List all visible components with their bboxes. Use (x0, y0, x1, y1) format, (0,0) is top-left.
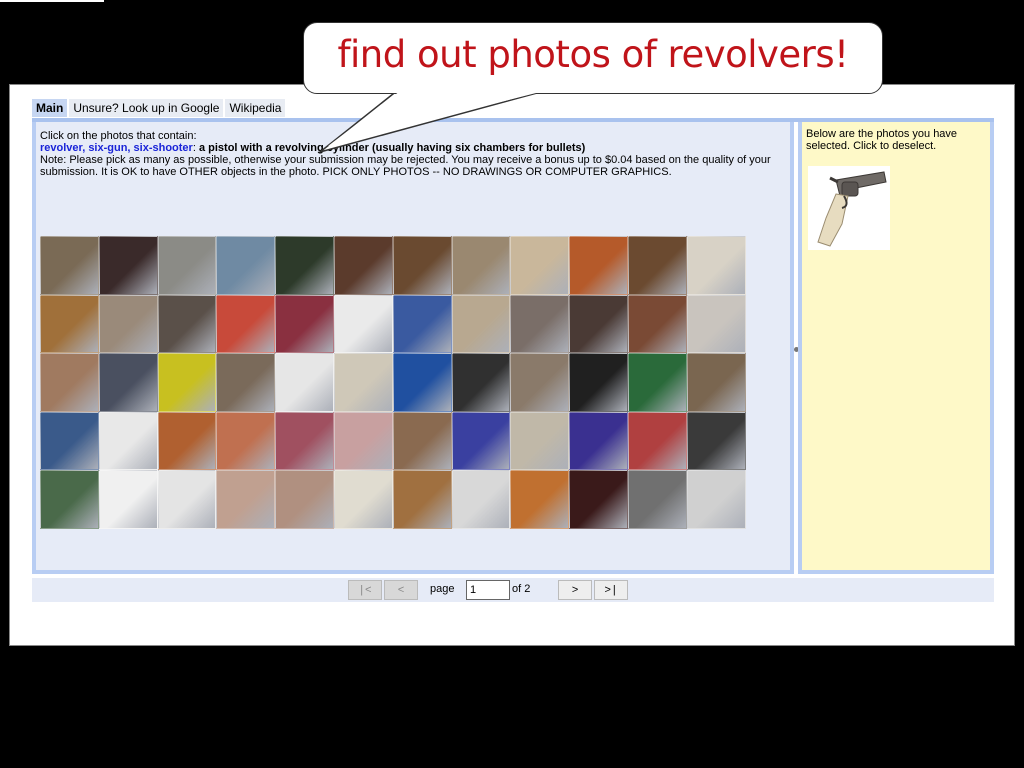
photo-thumbnail-r1-c2[interactable] (98, 236, 158, 295)
photo-thumbnail-r3-c2[interactable] (98, 353, 158, 412)
photo-thumbnail-r4-c7[interactable] (392, 411, 452, 471)
photo-thumbnail-r4-c5[interactable] (275, 411, 334, 471)
photo-thumbnail-r5-c11[interactable] (627, 470, 687, 529)
page-number-input[interactable] (466, 580, 510, 600)
photo-thumbnail-r4-c3[interactable] (157, 411, 217, 471)
photo-thumbnail-r3-c6[interactable] (333, 353, 393, 412)
photo-thumbnail-r1-c9[interactable] (510, 236, 570, 295)
photo-thumbnail-r2-c12[interactable] (686, 294, 746, 354)
photo-thumbnail-r5-c6[interactable] (333, 470, 393, 529)
photo-thumbnail-r3-c10[interactable] (569, 353, 628, 412)
photo-thumbnail-r3-c8[interactable] (451, 353, 511, 412)
photo-thumbnail-r2-c3[interactable] (157, 294, 217, 354)
photo-thumbnail-r3-c9[interactable] (510, 353, 570, 412)
last-page-button[interactable]: >| (594, 580, 628, 600)
photo-thumbnail-r2-c8[interactable] (451, 294, 511, 354)
photo-thumbnail-r2-c2[interactable] (98, 294, 158, 354)
photo-thumbnail-r1-c5[interactable] (275, 236, 334, 295)
photo-thumbnail-r3-c5[interactable] (275, 353, 334, 412)
photo-thumbnail-r4-c4[interactable] (216, 411, 276, 471)
photo-thumbnail-r5-c12[interactable] (686, 470, 746, 529)
photo-thumbnail-r4-c12[interactable] (686, 411, 746, 471)
photo-grid (40, 236, 746, 529)
photo-thumbnail-r4-c2[interactable] (98, 411, 158, 471)
photo-thumbnail-r5-c1[interactable] (40, 470, 99, 529)
photo-thumbnail-r3-c7[interactable] (392, 353, 452, 412)
photo-thumbnail-r4-c6[interactable] (333, 411, 393, 471)
photo-thumbnail-r1-c8[interactable] (451, 236, 511, 295)
next-page-button[interactable]: > (558, 580, 592, 600)
photo-thumbnail-r4-c8[interactable] (451, 411, 511, 471)
photo-thumbnail-r5-c5[interactable] (275, 470, 334, 529)
photo-thumbnail-r2-c4[interactable] (216, 294, 276, 354)
photo-thumbnail-r5-c7[interactable] (392, 470, 452, 529)
photo-thumbnail-r3-c11[interactable] (627, 353, 687, 412)
photo-thumbnail-r4-c10[interactable] (569, 411, 628, 471)
photo-thumbnail-r1-c7[interactable] (392, 236, 452, 295)
photo-thumbnail-r2-c7[interactable] (392, 294, 452, 354)
photo-thumbnail-r5-c8[interactable] (451, 470, 511, 529)
photo-thumbnail-r4-c1[interactable] (40, 411, 99, 471)
photo-thumbnail-r5-c10[interactable] (569, 470, 628, 529)
photo-thumbnail-r1-c1[interactable] (40, 236, 99, 295)
photo-thumbnail-r1-c6[interactable] (333, 236, 393, 295)
photo-thumbnail-r1-c11[interactable] (627, 236, 687, 295)
photo-thumbnail-r5-c3[interactable] (157, 470, 217, 529)
photo-thumbnail-r3-c1[interactable] (40, 353, 99, 412)
photo-thumbnail-r2-c5[interactable] (275, 294, 334, 354)
photo-thumbnail-r5-c4[interactable] (216, 470, 276, 529)
photo-thumbnail-r1-c10[interactable] (569, 236, 628, 295)
photo-thumbnail-r1-c12[interactable] (686, 236, 746, 295)
photo-thumbnail-r3-c3[interactable] (157, 353, 217, 412)
photo-thumbnail-r2-c6[interactable] (333, 294, 393, 354)
pager-bar: |< < page of 2 > >| (32, 578, 994, 602)
prev-page-button[interactable]: < (384, 580, 418, 600)
page-total-label: of 2 (512, 583, 531, 595)
photo-thumbnail-r3-c4[interactable] (216, 353, 276, 412)
photo-thumbnail-r2-c11[interactable] (627, 294, 687, 354)
photo-thumbnail-r4-c9[interactable] (510, 411, 570, 471)
photo-thumbnail-r4-c11[interactable] (627, 411, 687, 471)
page-label: page (430, 583, 455, 595)
callout-bubble: find out photos of revolvers! (303, 22, 883, 94)
photo-thumbnail-r2-c9[interactable] (510, 294, 570, 354)
photo-thumbnail-r1-c3[interactable] (157, 236, 217, 295)
photo-thumbnail-r1-c4[interactable] (216, 236, 276, 295)
photo-thumbnail-r5-c9[interactable] (510, 470, 570, 529)
photo-thumbnail-r2-c1[interactable] (40, 294, 99, 354)
photo-thumbnail-r5-c2[interactable] (98, 470, 158, 529)
photo-thumbnail-r3-c12[interactable] (686, 353, 746, 412)
callout-text: find out photos of revolvers! (337, 33, 850, 76)
first-page-button[interactable]: |< (348, 580, 382, 600)
photo-thumbnail-r2-c10[interactable] (569, 294, 628, 354)
